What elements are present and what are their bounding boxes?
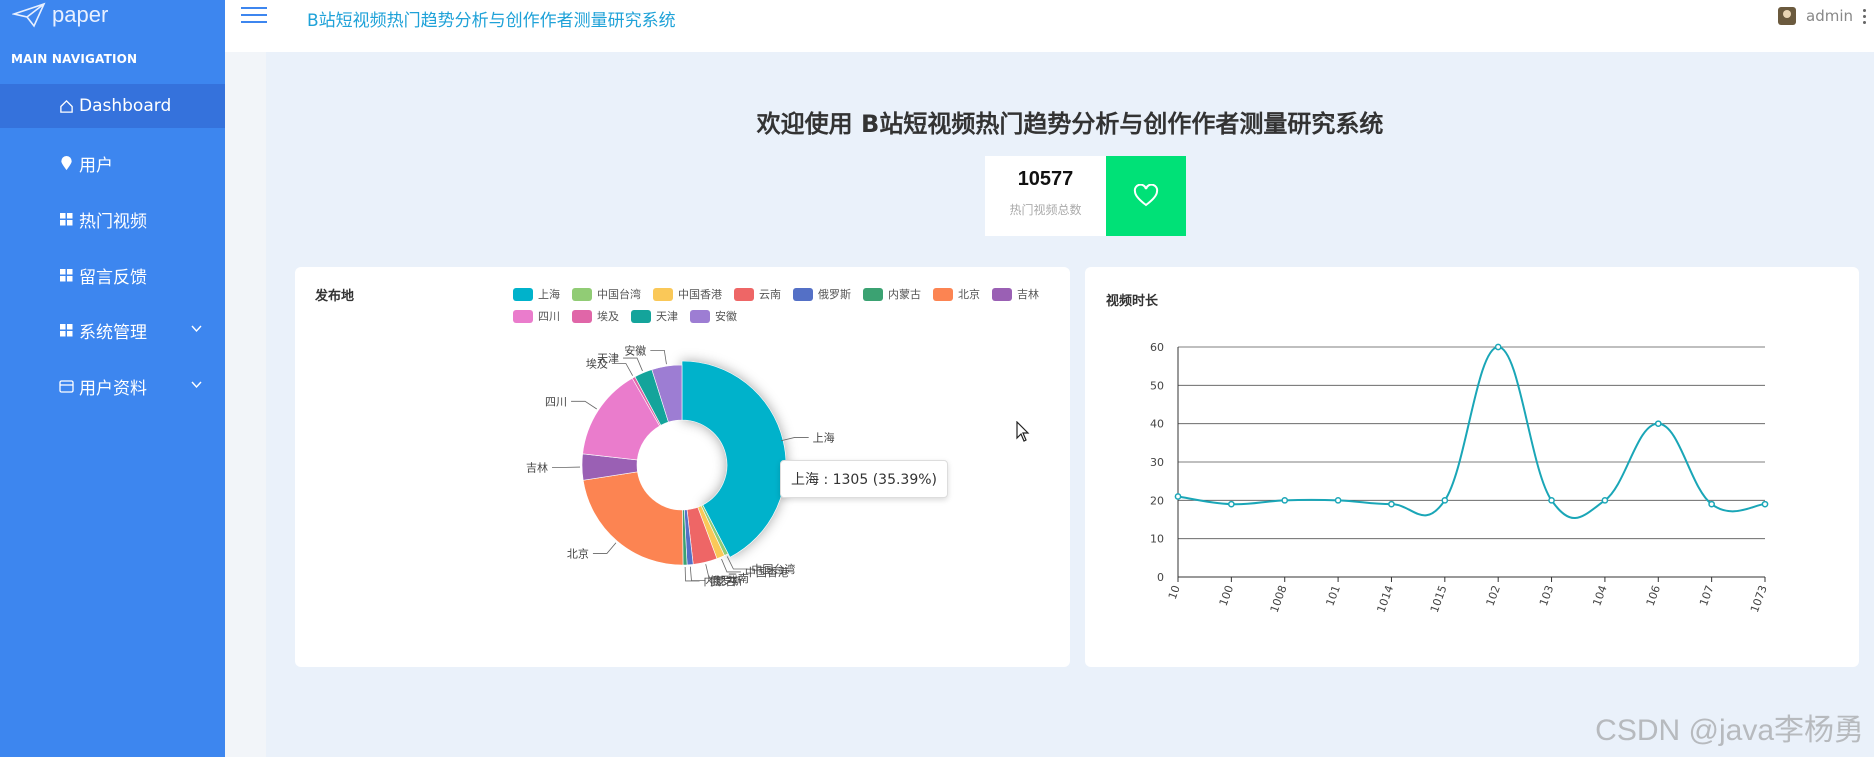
line-point[interactable]: [1494, 343, 1502, 351]
y-tick-label: 10: [1150, 533, 1164, 546]
paper-plane-icon: [12, 2, 46, 28]
sidebar-item-hot-videos[interactable]: 热门视频: [0, 197, 225, 241]
sidebar-item-label: 系统管理: [79, 322, 147, 343]
x-tick-label: 102: [1484, 584, 1503, 608]
line-point[interactable]: [1334, 496, 1342, 504]
pie-slice[interactable]: [582, 471, 684, 566]
line-point[interactable]: [1281, 496, 1289, 504]
y-tick-label: 30: [1150, 456, 1164, 469]
y-tick-label: 20: [1150, 494, 1164, 507]
line-series[interactable]: [1177, 345, 1766, 519]
pie-label-line: [780, 437, 809, 442]
sidebar-item-label: 留言反馈: [79, 267, 147, 288]
watermark: CSDN @java李杨勇: [1595, 714, 1864, 747]
grid-icon: [58, 211, 74, 227]
pie-chart[interactable]: 上海中国台湾中国香港云南俄罗斯内蒙古北京吉林四川埃及天津安徽: [295, 267, 1070, 667]
x-tick-label: 106: [1644, 584, 1663, 608]
line-point[interactable]: [1228, 500, 1235, 508]
logo[interactable]: paper: [12, 0, 108, 30]
stat-heart-tile: [1106, 156, 1186, 236]
grid-icon: [58, 322, 74, 338]
sidebar-item-system-management[interactable]: 系统管理: [0, 308, 225, 352]
pie-label-line: [650, 349, 667, 365]
chart-tooltip: 上海 : 1305 (35.39%): [780, 460, 949, 498]
sidebar-item-label: 用户: [79, 155, 113, 176]
pie-label-line: [571, 400, 597, 410]
x-tick-label: 1008: [1268, 584, 1290, 615]
y-tick-label: 60: [1150, 341, 1164, 354]
sidebar-item-dashboard[interactable]: Dashboard: [0, 84, 260, 128]
pie-label-line: [623, 357, 643, 372]
nav-section-title: MAIN NAVIGATION: [11, 52, 138, 66]
pie-slice-label: 北京: [567, 546, 589, 560]
heart-icon: [1133, 184, 1159, 207]
line-point[interactable]: [1708, 500, 1715, 508]
stat-value: 10577: [1017, 168, 1074, 190]
line-point[interactable]: [1761, 500, 1769, 508]
pie-label-line: [611, 363, 634, 376]
sidebar-item-label: Dashboard: [79, 96, 172, 116]
system-title: B站短视频热门趋势分析与创作作者测量研究系统: [307, 11, 676, 31]
y-tick-label: 50: [1150, 379, 1164, 392]
x-tick-label: 107: [1697, 584, 1716, 608]
grid-icon: [58, 267, 74, 283]
card-icon: [58, 378, 74, 394]
x-tick-label: 1073: [1748, 584, 1770, 615]
pie-slice-label: 吉林: [526, 460, 548, 474]
line-chart[interactable]: 010203040506010 100 1008 101 1014 1015 102 103 1…: [1085, 267, 1859, 667]
x-tick-label: 1014: [1374, 584, 1396, 615]
y-tick-label: 40: [1150, 418, 1164, 431]
hamburger-menu-icon[interactable]: [241, 7, 267, 27]
x-tick-label: 101: [1324, 584, 1343, 608]
mouse-cursor-icon: [1016, 421, 1030, 442]
sidebar-item-feedback[interactable]: 留言反馈: [0, 253, 225, 297]
x-tick-label: 10: [1166, 584, 1183, 602]
stat-card: 10577 热门视频总数: [985, 156, 1106, 236]
avatar[interactable]: [1778, 7, 1796, 25]
pie-slice-label: 上海: [813, 430, 835, 444]
x-tick-label: 104: [1590, 584, 1609, 608]
line-point[interactable]: [1654, 420, 1662, 428]
sidebar: paper MAIN NAVIGATION Dashboard 用户 热门视频 …: [0, 0, 260, 757]
x-tick-label: 100: [1217, 584, 1236, 608]
top-header: B站短视频热门趋势分析与创作作者测量研究系统 admin: [225, 0, 1874, 52]
home-icon: [58, 98, 74, 114]
pie-slice-label: 安徽: [624, 343, 646, 357]
sidebar-item-label: 热门视频: [79, 211, 147, 232]
pie-slice-label: 中国香港: [745, 566, 789, 579]
line-point[interactable]: [1174, 493, 1182, 500]
more-menu-icon[interactable]: [1863, 8, 1866, 24]
pie-slice-label: 内蒙古: [704, 574, 737, 588]
user-area[interactable]: admin: [1778, 7, 1866, 25]
pie-label-line: [592, 542, 617, 554]
stat-label: 热门视频总数: [1009, 203, 1082, 217]
logo-text: paper: [52, 2, 109, 27]
pie-slice-label: 天津: [597, 352, 619, 365]
chevron-down-icon: [191, 381, 202, 389]
content-strip: [225, 0, 266, 757]
sidebar-item-users[interactable]: 用户: [0, 141, 225, 185]
sidebar-item-label: 用户资料: [79, 378, 147, 399]
line-point[interactable]: [1601, 496, 1609, 504]
x-tick-label: 1015: [1428, 584, 1450, 615]
x-tick-label: 103: [1537, 584, 1556, 608]
sidebar-item-user-profile[interactable]: 用户资料: [0, 364, 225, 408]
line-point[interactable]: [1388, 500, 1395, 508]
user-name[interactable]: admin: [1806, 7, 1853, 25]
line-point[interactable]: [1441, 496, 1449, 504]
chevron-down-icon: [191, 325, 202, 333]
line-point[interactable]: [1548, 496, 1555, 504]
pie-label-line: [684, 566, 700, 582]
pin-icon: [58, 155, 74, 171]
y-tick-label: 0: [1157, 571, 1164, 584]
pie-slice-label: 四川: [545, 395, 567, 408]
welcome-heading: 欢迎使用 B站短视频热门趋势分析与创作作者测量研究系统: [756, 110, 1384, 138]
